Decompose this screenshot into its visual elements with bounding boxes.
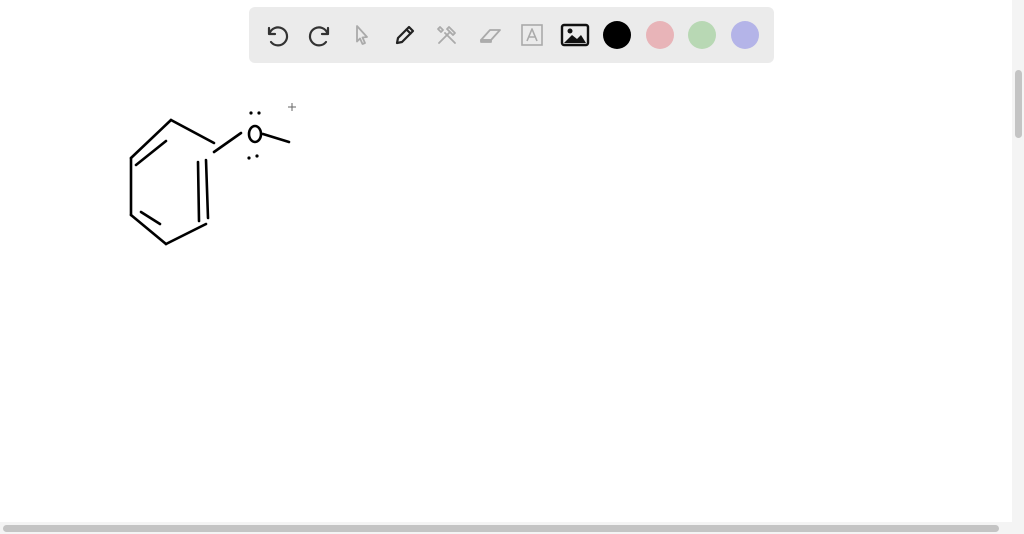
ring-bond-right [196, 160, 201, 223]
eraser-icon [479, 29, 501, 43]
pen-tool-button[interactable] [387, 17, 423, 53]
undo-button[interactable] [259, 17, 295, 53]
select-pointer-icon [356, 25, 368, 45]
double-bond-inner-bottom [139, 210, 162, 226]
lone-pair-dot [257, 111, 261, 115]
lone-pair-dot [247, 156, 251, 160]
lone-pair-dot [255, 154, 259, 158]
ring-bond-bottom-left [129, 213, 168, 246]
horizontal-scrollbar-thumb[interactable] [3, 525, 999, 532]
color-swatch-black [603, 21, 631, 49]
select-tool-button[interactable] [344, 17, 380, 53]
color-blue-button[interactable] [727, 17, 763, 53]
lone-pair-dot [249, 111, 253, 115]
double-bond-inner-right [204, 158, 210, 220]
pen-icon [395, 25, 414, 45]
oxygen-atom [247, 124, 263, 144]
text-icon [521, 24, 543, 46]
color-swatch-blue [730, 21, 759, 49]
whiteboard-app [0, 0, 1024, 534]
ring-bond-top-right [169, 118, 216, 145]
color-swatch-red [645, 21, 674, 49]
color-black-button[interactable] [599, 17, 635, 53]
eraser-tool-button[interactable] [472, 17, 508, 53]
bond-oxygen-to-methyl [261, 132, 291, 144]
redo-button[interactable] [302, 17, 338, 53]
drawing-toolbar [249, 7, 774, 63]
vertical-scrollbar[interactable] [1012, 0, 1024, 522]
redo-icon [308, 26, 329, 47]
color-red-button[interactable] [642, 17, 678, 53]
ring-bond-bottom-right [164, 222, 208, 246]
undo-icon [267, 26, 289, 47]
crosshair-cursor-icon [288, 103, 296, 111]
vertical-scrollbar-thumb[interactable] [1015, 70, 1022, 138]
drawing-canvas[interactable] [0, 0, 1012, 522]
tools-icon [437, 26, 456, 44]
tools-button[interactable] [429, 17, 465, 53]
color-green-button[interactable] [684, 17, 720, 53]
horizontal-scrollbar[interactable] [0, 522, 1024, 534]
image-icon [560, 23, 589, 47]
text-tool-button[interactable] [514, 17, 550, 53]
color-swatch-green [688, 21, 716, 49]
image-tool-button[interactable] [557, 17, 593, 53]
bond-ring-to-oxygen [212, 131, 243, 154]
double-bond-inner-left [134, 139, 168, 167]
